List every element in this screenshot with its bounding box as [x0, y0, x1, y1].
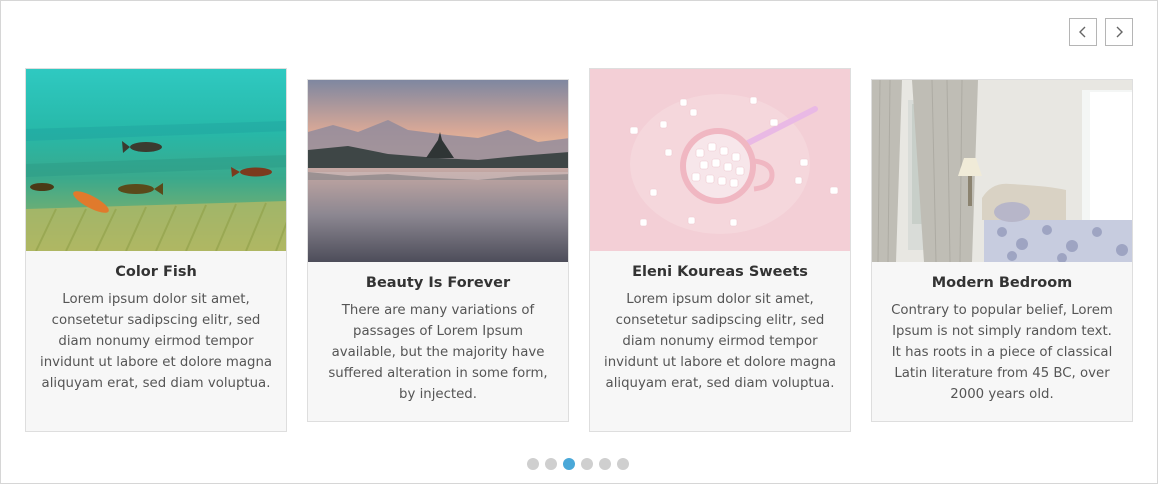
pagination-dot-5[interactable] [599, 458, 611, 470]
chevron-right-icon [1116, 26, 1123, 38]
carousel-card[interactable]: Eleni Koureas Sweets Lorem ipsum dolor s… [589, 68, 851, 432]
chevron-left-icon [1079, 26, 1086, 38]
prev-button[interactable] [1069, 18, 1097, 46]
pagination-dot-3[interactable] [563, 458, 575, 470]
next-button[interactable] [1105, 18, 1133, 46]
pagination-dot-6[interactable] [617, 458, 629, 470]
card-title: Color Fish [115, 264, 197, 280]
card-title: Modern Bedroom [931, 275, 1073, 291]
pagination-dot-4[interactable] [581, 458, 593, 470]
pagination-dots [527, 458, 629, 470]
card-description: There are many variations of passages of… [328, 303, 548, 402]
card-image-eleni-koureas-sweets [590, 69, 850, 251]
card-description: Lorem ipsum dolor sit amet, consetetur s… [604, 292, 837, 391]
card-description: Contrary to popular belief, Lorem Ipsum … [891, 303, 1113, 402]
card-image-color-fish [26, 69, 286, 251]
card-description: Lorem ipsum dolor sit amet, consetetur s… [40, 292, 273, 391]
pagination-dot-1[interactable] [527, 458, 539, 470]
card-image-beauty-is-forever [308, 80, 568, 262]
carousel-card[interactable]: Modern Bedroom Contrary to popular belie… [871, 79, 1133, 422]
pagination-dot-2[interactable] [545, 458, 557, 470]
card-title: Beauty Is Forever [365, 275, 511, 291]
carousel-card[interactable]: Color Fish Lorem ipsum dolor sit amet, c… [25, 68, 287, 432]
carousel-widget: Color Fish Lorem ipsum dolor sit amet, c… [0, 0, 1158, 484]
card-image-modern-bedroom [872, 80, 1132, 262]
card-title: Eleni Koureas Sweets [632, 264, 808, 280]
carousel-card[interactable]: Beauty Is Forever There are many variati… [307, 79, 569, 422]
